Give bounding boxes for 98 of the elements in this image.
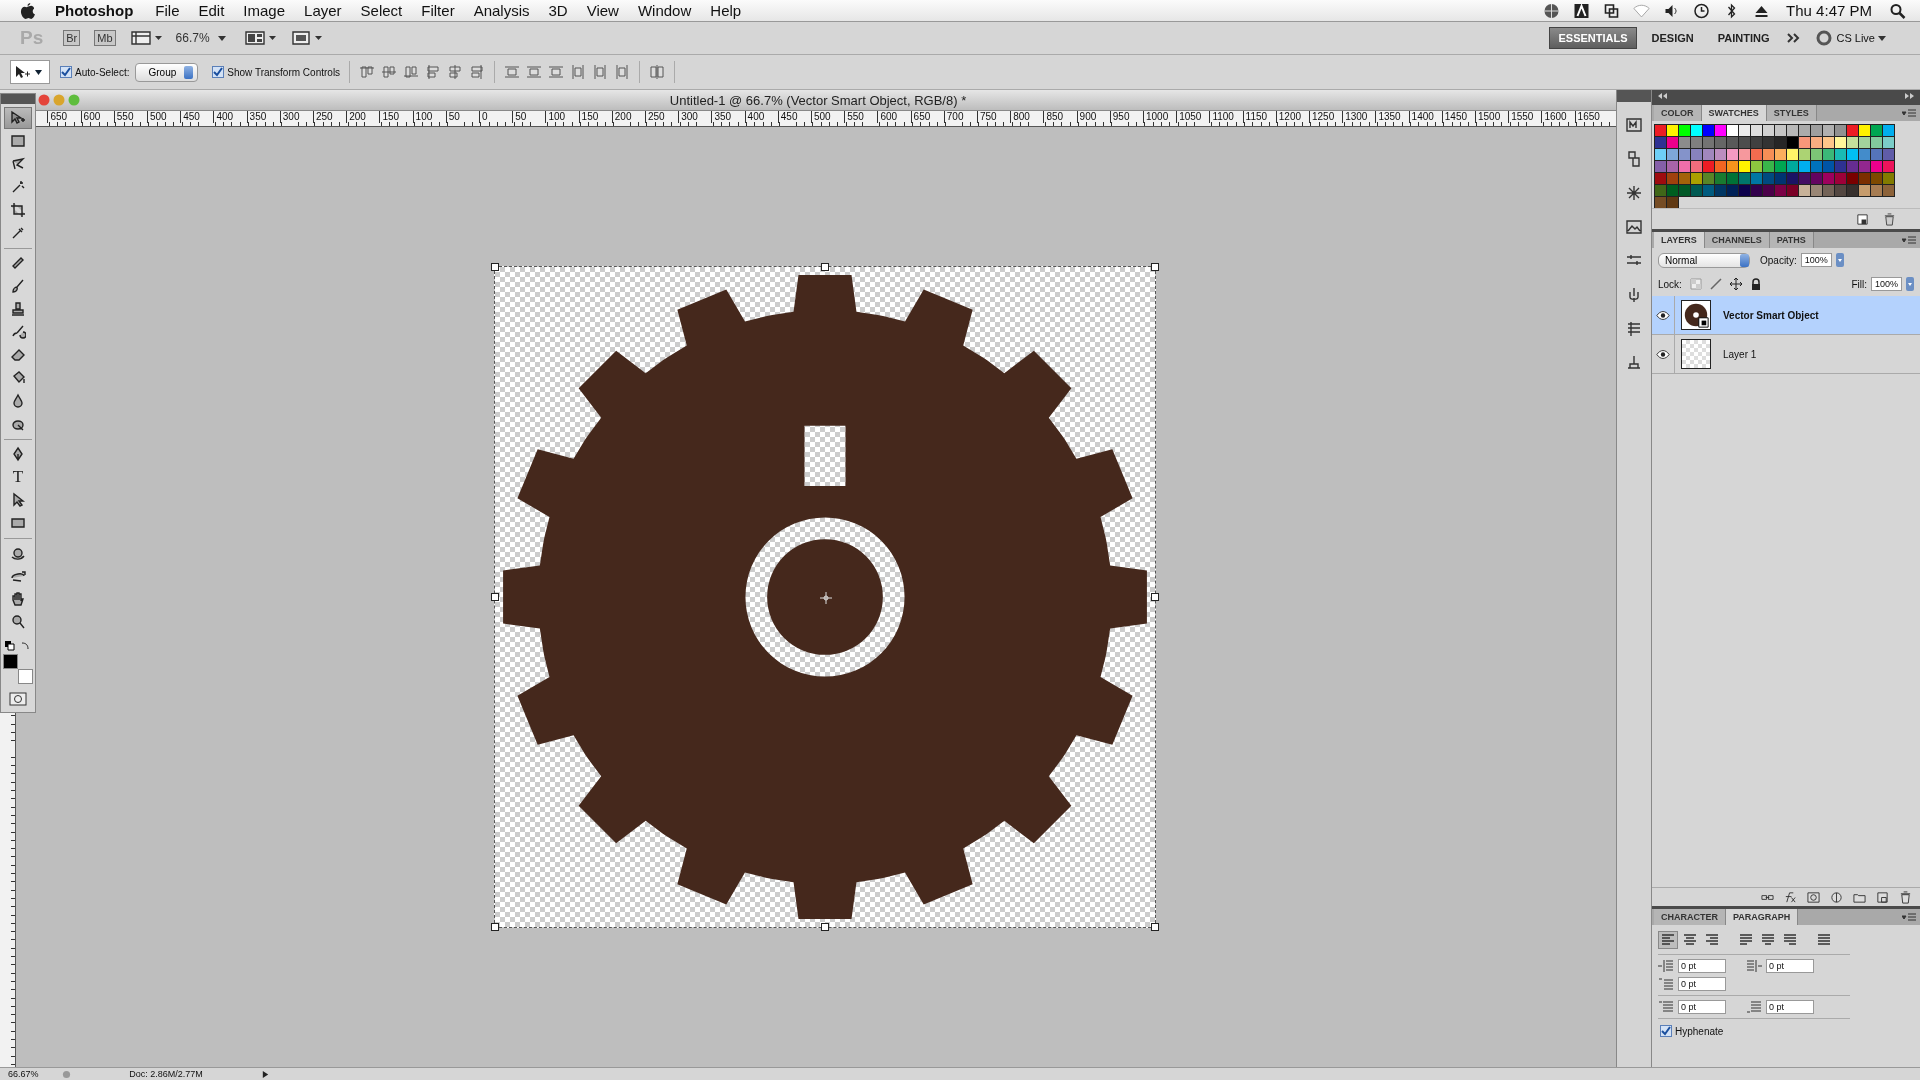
- panel-tab[interactable]: STYLES: [1766, 105, 1817, 121]
- ruler-label: 550: [844, 111, 864, 123]
- ruler-label: 250: [313, 111, 333, 123]
- ruler-label: 550: [113, 111, 134, 123]
- ruler-label: 500: [811, 111, 831, 123]
- menu-item[interactable]: Image: [243, 2, 286, 19]
- panel-tab[interactable]: SWATCHES: [1701, 105, 1767, 121]
- layer-row[interactable]: Layer 1: [1652, 335, 1920, 374]
- ruler-label: 600: [877, 111, 898, 123]
- menu-item[interactable]: File: [155, 2, 180, 19]
- indent-first-line-field[interactable]: 0 pt: [1678, 977, 1726, 991]
- panel-tab[interactable]: PARAGRAPH: [1726, 909, 1799, 925]
- workspace-button[interactable]: PAINTING: [1708, 27, 1779, 49]
- launcher-button[interactable]: Mb: [94, 30, 116, 46]
- space-after-field[interactable]: 0 pt: [1766, 1000, 1814, 1014]
- menu-item[interactable]: Analysis: [473, 2, 530, 19]
- ruler-label: 850: [1043, 111, 1064, 123]
- status-zoom-field[interactable]: 66.67%: [8, 1069, 52, 1079]
- layer-row[interactable]: Vector Smart Object: [1652, 296, 1920, 335]
- launcher-button[interactable]: Br: [63, 30, 81, 46]
- indent-left-field[interactable]: 0 pt: [1678, 959, 1726, 973]
- ruler-label: 1200: [1275, 111, 1302, 123]
- ruler-label: 1650: [1574, 111, 1600, 123]
- ruler-label: 1100: [1209, 111, 1234, 123]
- workspace-button[interactable]: ESSENTIALS: [1549, 27, 1637, 49]
- auto-select-label: Auto-Select:: [75, 66, 130, 78]
- ruler-label: 50: [445, 111, 460, 123]
- menu-item[interactable]: Layer: [304, 2, 342, 19]
- ruler-label: 100: [545, 111, 566, 123]
- ruler-label: 1400: [1408, 111, 1434, 123]
- app-menu[interactable]: Photoshop: [55, 2, 134, 19]
- document-size: Doc: 2.86M/2.77M: [128, 1069, 204, 1079]
- ruler-label: 0: [479, 111, 488, 123]
- ruler-label: 150: [379, 111, 400, 123]
- fill-label: Fill:: [1851, 278, 1867, 290]
- space-before-field[interactable]: 0 pt: [1678, 1000, 1726, 1014]
- blend-mode-dropdown[interactable]: Normal: [1658, 252, 1750, 268]
- ruler-label: 1000: [1143, 111, 1169, 123]
- ruler-label: 50: [512, 111, 527, 123]
- opacity-field[interactable]: 100%: [1800, 253, 1832, 267]
- ruler-label: 900: [1076, 111, 1097, 123]
- ruler-label: 1350: [1375, 111, 1401, 123]
- ruler-label: 300: [678, 111, 698, 123]
- ruler-label: 1050: [1176, 111, 1202, 123]
- ruler-label: 200: [611, 111, 632, 123]
- type-tool[interactable]: T: [4, 466, 32, 488]
- ruler-label: 250: [645, 111, 665, 123]
- menu-item[interactable]: Edit: [198, 2, 225, 19]
- ruler-label: 150: [578, 111, 599, 123]
- ruler-label: 350: [711, 111, 732, 123]
- menu-item[interactable]: 3D: [548, 2, 568, 19]
- ruler-label: 950: [1109, 111, 1130, 123]
- layer-name: Vector Smart Object: [1723, 309, 1819, 321]
- document-title: Untitled-1 @ 66.7% (Vector Smart Object, RGB/8) *: [668, 92, 968, 108]
- ruler-label: 800: [1010, 111, 1030, 123]
- ruler-label: 650: [47, 111, 68, 123]
- menu-item[interactable]: Help: [710, 2, 742, 19]
- ruler-label: 1250: [1309, 111, 1335, 123]
- lock-label: Lock:: [1658, 278, 1682, 290]
- cs-live-menu[interactable]: CS Live: [1836, 32, 1875, 44]
- opacity-label: Opacity:: [1760, 254, 1797, 266]
- panel-tab[interactable]: CHANNELS: [1704, 232, 1770, 248]
- menu-item[interactable]: Window: [637, 2, 692, 19]
- panel-tab[interactable]: COLOR: [1654, 105, 1702, 121]
- ruler-label: 100: [412, 111, 433, 123]
- ruler-label: 1500: [1475, 111, 1501, 123]
- panel-tab[interactable]: LAYERS: [1654, 232, 1705, 248]
- ruler-label: 1600: [1541, 111, 1567, 123]
- layer-name: Layer 1: [1723, 348, 1757, 360]
- workspace-button[interactable]: DESIGN: [1642, 27, 1703, 49]
- ruler-label: 400: [213, 111, 234, 123]
- menu-item[interactable]: View: [586, 2, 619, 19]
- show-transform-label: Show Transform Controls: [227, 66, 341, 78]
- hyphenate-label: Hyphenate: [1675, 1025, 1724, 1037]
- ruler-label: 350: [246, 111, 267, 123]
- ruler-label: 1550: [1508, 111, 1534, 123]
- ruler-label: 450: [180, 111, 200, 123]
- ruler-label: 650: [910, 111, 931, 123]
- fill-field[interactable]: 100%: [1870, 277, 1902, 291]
- panel-tab[interactable]: PATHS: [1769, 232, 1814, 248]
- ruler-label: 1450: [1441, 111, 1468, 123]
- indent-right-field[interactable]: 0 pt: [1766, 959, 1814, 973]
- clock-text[interactable]: Thu 4:47 PM: [1786, 2, 1872, 19]
- ruler-label: 1300: [1342, 111, 1368, 123]
- ruler-label: 500: [147, 111, 167, 123]
- ruler-label: 1150: [1242, 111, 1268, 123]
- auto-select-dropdown[interactable]: Group: [135, 62, 199, 82]
- ruler-label: 600: [80, 111, 101, 123]
- ruler-label: 450: [777, 111, 798, 123]
- menu-item[interactable]: Select: [360, 2, 403, 19]
- ruler-label: 750: [977, 111, 997, 123]
- panel-tab[interactable]: CHARACTER: [1654, 909, 1726, 925]
- ruler-label: 700: [943, 111, 964, 123]
- zoom-level[interactable]: 66.7%: [175, 31, 210, 45]
- ruler-label: 200: [346, 111, 366, 123]
- ruler-label: 300: [279, 111, 300, 123]
- ruler-label: 400: [744, 111, 765, 123]
- menu-item[interactable]: Filter: [421, 2, 455, 19]
